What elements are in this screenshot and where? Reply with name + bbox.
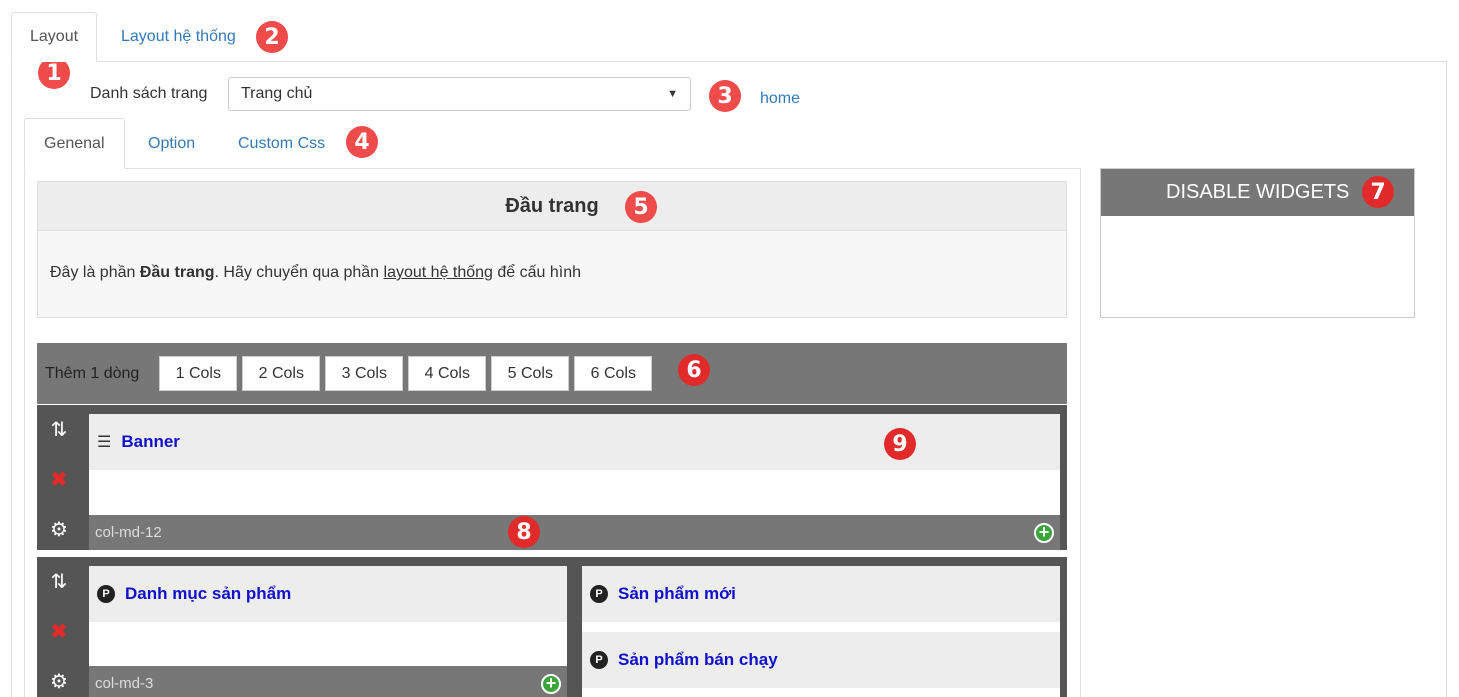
sort-arrows-icon[interactable]: ⇅ (47, 417, 71, 441)
delete-row-icon[interactable]: ✖ (47, 619, 71, 643)
widget-title[interactable]: Sản phẩm mới (618, 584, 736, 604)
p-icon: P (97, 585, 115, 603)
column-footer: col-md-3 + (89, 666, 567, 697)
layout-row: ⇅ ✖ ⚙ ☰ Banner col-md-12 + (37, 405, 1067, 550)
page-list-label: Danh sách trang (90, 85, 208, 102)
header-text-bold: Đầu trang (139, 264, 215, 281)
add-1-cols-button[interactable]: 1 Cols (159, 356, 238, 391)
header-section-title: Đầu trang (38, 182, 1066, 231)
add-3-cols-button[interactable]: 3 Cols (325, 356, 404, 391)
add-2-cols-button[interactable]: 2 Cols (242, 356, 321, 391)
caret-down-icon: ▼ (667, 88, 678, 100)
marker-6: 6 (678, 354, 710, 386)
delete-row-icon[interactable]: ✖ (47, 467, 71, 491)
p-icon: P (590, 585, 608, 603)
row-settings-icon[interactable]: ⚙ (47, 669, 71, 693)
header-text-post: để cấu hình (492, 264, 582, 281)
page-slug-link[interactable]: home (760, 90, 800, 108)
add-4-cols-button[interactable]: 4 Cols (408, 356, 487, 391)
marker-4: 4 (346, 126, 378, 158)
marker-7: 7 (1362, 176, 1394, 208)
column-box: P Danh mục sản phẩm col-md-3 + (89, 566, 567, 697)
tab-option[interactable]: Option (129, 118, 214, 169)
header-title-text: Đầu trang (505, 194, 599, 217)
layout-row: ⇅ ✖ ⚙ P Danh mục sản phẩm col-md-3 + P S… (37, 557, 1067, 697)
page-select[interactable]: Trang chủ ▼ (228, 77, 691, 111)
marker-9: 9 (884, 428, 916, 460)
add-5-cols-button[interactable]: 5 Cols (491, 356, 570, 391)
tab-layout[interactable]: Layout (11, 12, 98, 62)
header-section-body: Đây là phần Đầu trang. Hãy chuyển qua ph… (38, 231, 1066, 315)
tab-layout-he-thong[interactable]: Layout hệ thống (103, 12, 254, 62)
widget-item[interactable]: P Danh mục sản phẩm (89, 566, 567, 622)
header-text-pre: Đây là phần (50, 264, 140, 281)
add-widget-icon[interactable]: + (1034, 522, 1054, 543)
column-class-label: col-md-12 (95, 524, 162, 541)
add-6-cols-button[interactable]: 6 Cols (574, 356, 653, 391)
column-box: P Sản phẩm mới P Sản phẩm bán chạy (582, 566, 1060, 697)
p-icon: P (590, 651, 608, 669)
add-widget-icon[interactable]: + (541, 673, 561, 694)
tab-custom-css[interactable]: Custom Css (219, 118, 344, 169)
header-text-mid: . Hãy chuyển qua phần (214, 264, 384, 281)
column-footer: col-md-12 + (89, 515, 1060, 550)
widget-item[interactable]: P Sản phẩm bán chạy (582, 632, 1060, 688)
widget-item[interactable]: P Sản phẩm mới (582, 566, 1060, 622)
add-row-label: Thêm 1 dòng (45, 364, 140, 382)
widget-spacer (582, 622, 1060, 632)
system-layout-link[interactable]: layout hệ thống (384, 264, 493, 281)
marker-5: 5 (625, 191, 657, 223)
sliders-icon[interactable]: ☰ (97, 432, 111, 452)
widget-title[interactable]: Danh mục sản phẩm (125, 584, 291, 604)
marker-2: 2 (256, 21, 288, 53)
header-section: Đầu trang Đây là phần Đầu trang. Hãy chu… (37, 181, 1067, 318)
tab-general[interactable]: Genenal (24, 118, 125, 169)
widget-title[interactable]: Sản phẩm bán chạy (618, 650, 778, 670)
row-settings-icon[interactable]: ⚙ (47, 517, 71, 541)
page-select-value: Trang chủ (241, 85, 313, 102)
column-box: ☰ Banner col-md-12 + (89, 414, 1060, 550)
sort-arrows-icon[interactable]: ⇅ (47, 569, 71, 593)
widget-title[interactable]: Banner (121, 432, 180, 452)
row-controls: ⇅ ✖ ⚙ (37, 405, 81, 550)
add-row-bar: Thêm 1 dòng 1 Cols 2 Cols 3 Cols 4 Cols … (37, 343, 1067, 404)
row-controls: ⇅ ✖ ⚙ (37, 557, 81, 697)
column-class-label: col-md-3 (95, 675, 154, 692)
marker-3: 3 (709, 80, 741, 112)
marker-8: 8 (508, 516, 540, 548)
